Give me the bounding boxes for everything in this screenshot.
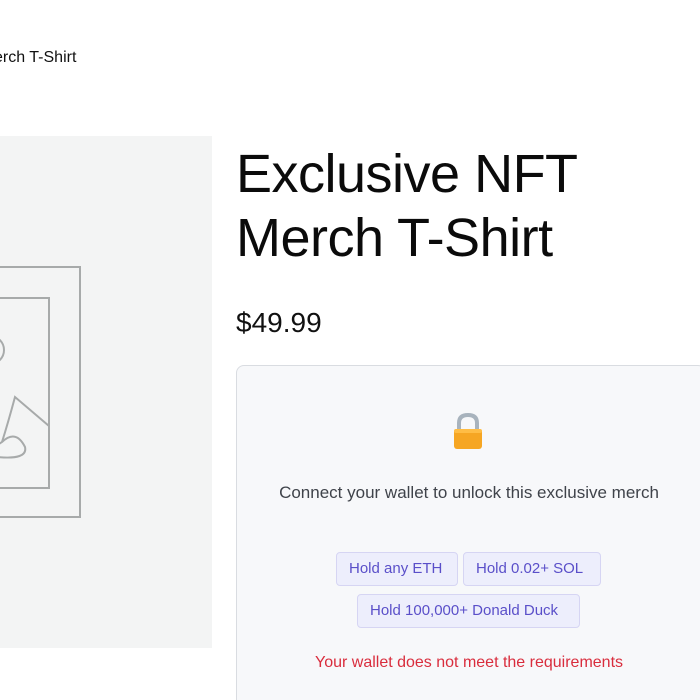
breadcrumb-current: erch T-Shirt <box>0 49 77 66</box>
requirement-eth-badge[interactable]: Hold any ETH <box>336 552 458 586</box>
requirement-sol-badge[interactable]: Hold 0.02+ SOL <box>463 552 601 586</box>
lock-icon <box>454 412 482 449</box>
wallet-error-message: Your wallet does not meet the requiremen… <box>314 654 624 671</box>
product-image-panel <box>0 136 212 648</box>
product-title: Exclusive NFT Merch T-Shirt <box>236 144 577 268</box>
breadcrumb: erch T-Shirt <box>0 47 76 69</box>
product-page: erch T-Shirt Exclusive NFT Merch T-Shirt… <box>0 0 700 700</box>
requirement-donald-duck-badge[interactable]: Hold 100,000+ Donald Duck <box>357 594 580 628</box>
product-placeholder-image-icon <box>0 266 81 518</box>
product-price: $49.99 <box>236 307 322 338</box>
wallet-gate-message: Connect your wallet to unlock this exclu… <box>279 483 659 502</box>
wallet-gate-card: Connect your wallet to unlock this exclu… <box>236 365 700 700</box>
